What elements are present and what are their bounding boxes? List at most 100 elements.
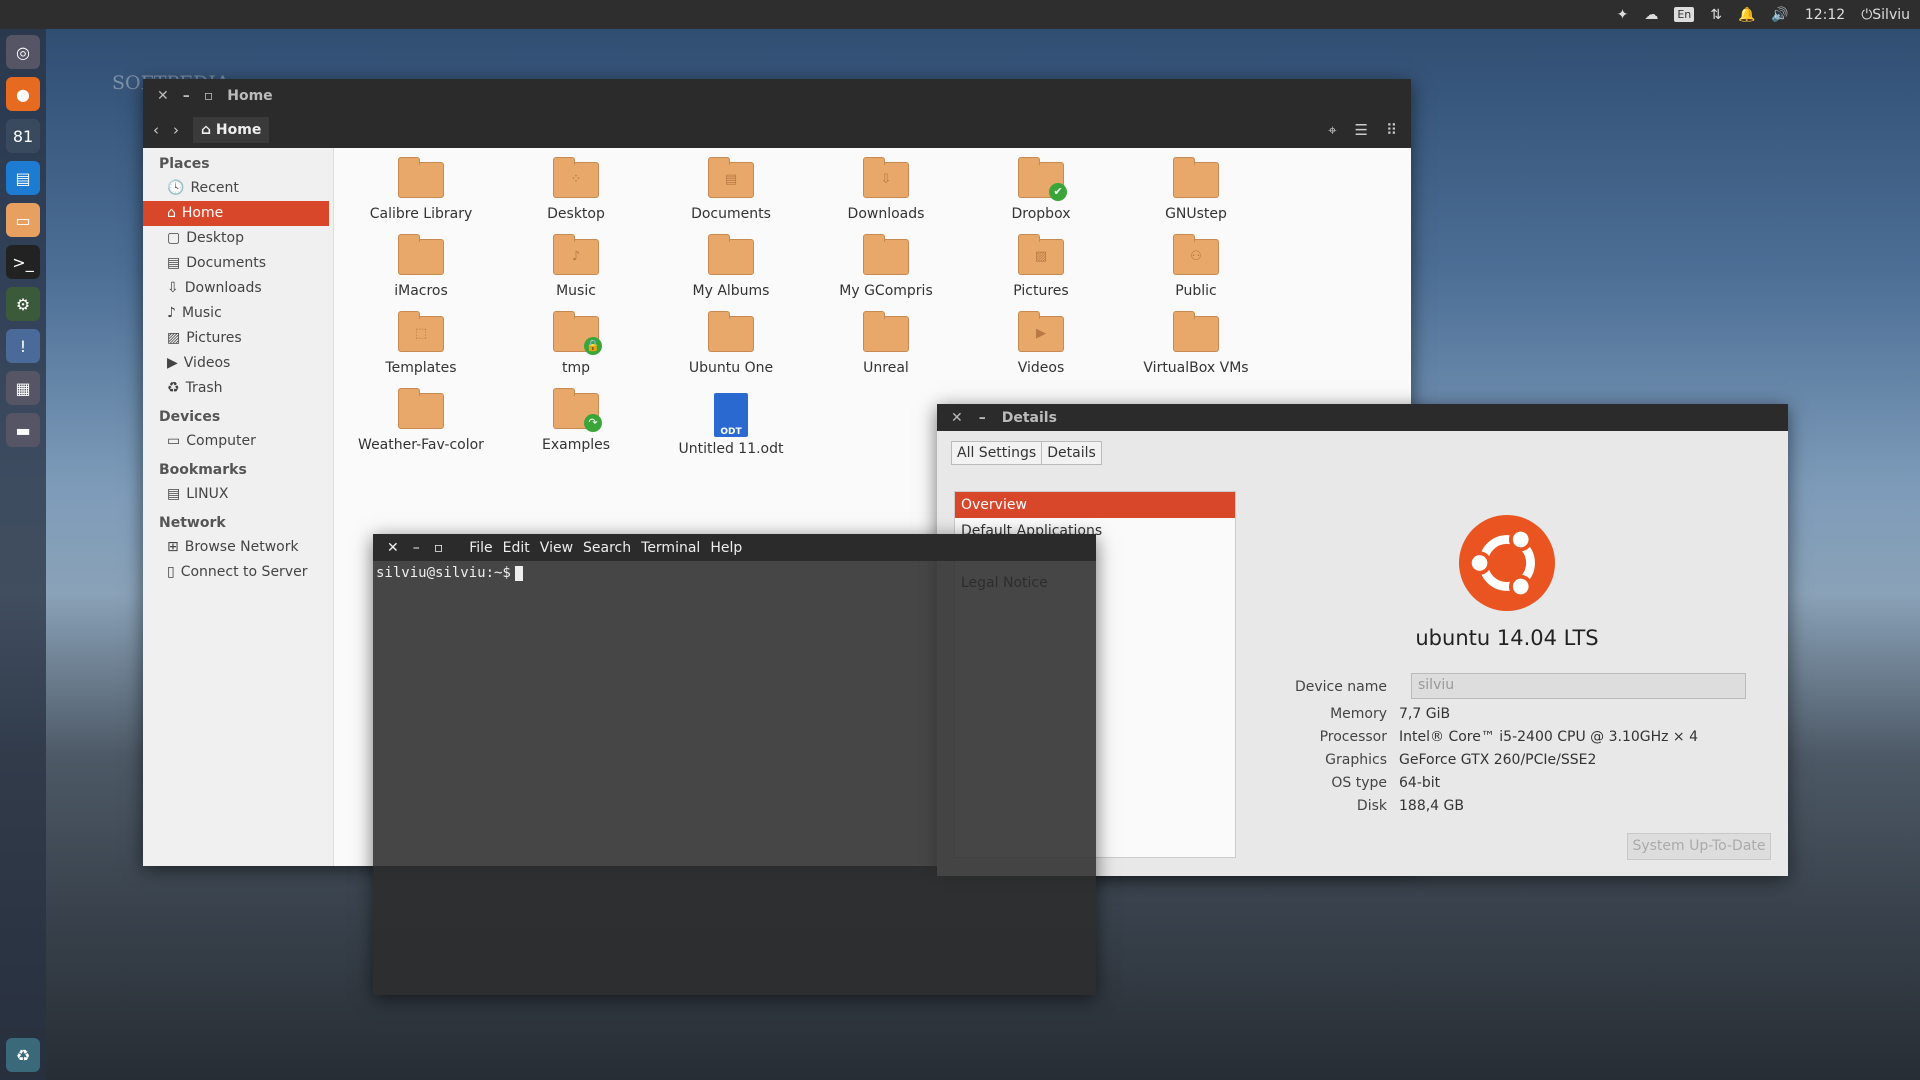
file-item[interactable]: 🔒 tmp bbox=[501, 311, 651, 376]
minimize-icon[interactable]: – bbox=[413, 540, 420, 556]
network-updown-icon[interactable]: ⇅ bbox=[1710, 7, 1722, 23]
sidebar-heading: Network bbox=[159, 515, 226, 531]
forward-icon[interactable]: › bbox=[173, 121, 179, 139]
sidebar-item-trash[interactable]: ♻ Trash bbox=[143, 376, 333, 401]
cloud-icon[interactable]: ☁ bbox=[1644, 7, 1658, 23]
info-value: 188,4 GB bbox=[1399, 798, 1464, 814]
session-menu[interactable]: ⏻ Silviu bbox=[1861, 7, 1910, 23]
sidebar-item-linux[interactable]: ▤ LINUX bbox=[143, 482, 333, 507]
folder-icon bbox=[398, 234, 444, 275]
section-overview[interactable]: Overview bbox=[955, 492, 1235, 518]
settings-icon[interactable]: ⚙ bbox=[6, 287, 40, 321]
file-item[interactable]: VirtualBox VMs bbox=[1121, 311, 1271, 376]
bell-icon[interactable]: 🔔 bbox=[1738, 7, 1755, 23]
info-row: OS type 64-bit bbox=[1237, 775, 1777, 791]
file-label: Downloads bbox=[847, 206, 925, 222]
firefox-icon[interactable]: ● bbox=[6, 77, 40, 111]
device-name-field[interactable]: silviu bbox=[1411, 673, 1746, 699]
terminal-icon[interactable]: >_ bbox=[6, 245, 40, 279]
sidebar-item-home[interactable]: ⌂ Home bbox=[143, 201, 329, 226]
file-item[interactable]: iMacros bbox=[346, 234, 496, 299]
sidebar-icon: ▭ bbox=[167, 433, 181, 449]
maximize-icon[interactable]: ▫ bbox=[204, 88, 214, 104]
menu-file[interactable]: File bbox=[469, 540, 492, 556]
menu-help[interactable]: Help bbox=[710, 540, 742, 556]
menu-edit[interactable]: Edit bbox=[503, 540, 530, 556]
folder-icon bbox=[863, 311, 909, 352]
list-view-icon[interactable]: ☰ bbox=[1355, 121, 1368, 139]
files-icon[interactable]: ▭ bbox=[6, 203, 40, 237]
file-item[interactable]: ⁘ Desktop bbox=[501, 157, 651, 222]
menu-terminal[interactable]: Terminal bbox=[641, 540, 700, 556]
file-item[interactable]: ↷ Examples bbox=[501, 388, 651, 453]
file-item[interactable]: My GCompris bbox=[811, 234, 961, 299]
minimize-icon[interactable]: – bbox=[183, 88, 190, 104]
file-item[interactable]: Ubuntu One bbox=[656, 311, 806, 376]
close-icon[interactable]: ✕ bbox=[951, 410, 963, 426]
grid-view-icon[interactable]: ⠿ bbox=[1386, 121, 1397, 139]
sidebar-item-pictures[interactable]: ▨ Pictures bbox=[143, 326, 333, 351]
sidebar-item-computer[interactable]: ▭ Computer bbox=[143, 429, 333, 454]
folder-icon bbox=[398, 388, 444, 429]
file-item[interactable]: My Albums bbox=[656, 234, 806, 299]
clock[interactable]: 12:12 bbox=[1805, 7, 1845, 23]
back-icon[interactable]: ‹ bbox=[153, 121, 159, 139]
system-up-to-date-button[interactable]: System Up-To-Date bbox=[1627, 833, 1771, 860]
sidebar-item-downloads[interactable]: ⇩ Downloads bbox=[143, 276, 333, 301]
dropbox-icon[interactable]: ✦ bbox=[1617, 7, 1629, 23]
ubuntu-dash-icon[interactable]: ◎ bbox=[6, 35, 40, 69]
folder-icon bbox=[708, 234, 754, 275]
file-item[interactable]: Calibre Library bbox=[346, 157, 496, 222]
sidebar-item-connect-to-server[interactable]: ▯ Connect to Server bbox=[143, 560, 333, 585]
all-settings-button[interactable]: All Settings bbox=[952, 442, 1042, 464]
file-item[interactable]: ⬚ Templates bbox=[346, 311, 496, 376]
file-item[interactable]: ▤ Documents bbox=[656, 157, 806, 222]
close-icon[interactable]: ✕ bbox=[157, 88, 169, 104]
sidebar-item-music[interactable]: ♪ Music bbox=[143, 301, 333, 326]
folder-icon: ✔ bbox=[1018, 157, 1067, 201]
folder-icon: ♪ bbox=[553, 234, 599, 275]
minimize-icon[interactable]: – bbox=[979, 410, 986, 426]
volume-icon[interactable]: 🔊 bbox=[1771, 7, 1788, 23]
info-label: Disk bbox=[1356, 798, 1387, 814]
location-icon[interactable]: ⌖ bbox=[1328, 121, 1336, 139]
terminal-cursor bbox=[514, 565, 523, 581]
folder-icon bbox=[1173, 157, 1219, 198]
file-item[interactable]: ♪ Music bbox=[501, 234, 651, 299]
sidebar-item-recent[interactable]: 🕓 Recent bbox=[143, 176, 333, 201]
file-item[interactable]: ODT Untitled 11.odt bbox=[656, 393, 806, 457]
trash-launcher-icon[interactable]: ♻ bbox=[6, 1038, 40, 1072]
breadcrumb-home[interactable]: ⌂ Home bbox=[193, 117, 270, 143]
terminal-output[interactable]: silviu@silviu:~$ bbox=[373, 561, 1096, 585]
folder-icon: ▶ bbox=[1018, 311, 1064, 352]
sidebar-item-documents[interactable]: ▤ Documents bbox=[143, 251, 333, 276]
software-updater-icon[interactable]: ! bbox=[6, 329, 40, 363]
document-icon: ODT bbox=[714, 393, 748, 437]
file-item[interactable]: Unreal bbox=[811, 311, 961, 376]
file-item[interactable]: ▨ Pictures bbox=[966, 234, 1116, 299]
menu-search[interactable]: Search bbox=[583, 540, 631, 556]
workspace-switcher-icon[interactable]: ▦ bbox=[6, 371, 40, 405]
disk-icon[interactable]: ▬ bbox=[6, 413, 40, 447]
menu-view[interactable]: View bbox=[540, 540, 573, 556]
file-item[interactable]: Weather-Fav-color bbox=[346, 388, 496, 453]
file-label: iMacros bbox=[394, 283, 448, 299]
file-item[interactable]: ⇩ Downloads bbox=[811, 157, 961, 222]
sidebar-item-desktop[interactable]: ▢ Desktop bbox=[143, 226, 333, 251]
sidebar-item-browse-network[interactable]: ⊞ Browse Network bbox=[143, 535, 333, 560]
sidebar-item-videos[interactable]: ▶ Videos bbox=[143, 351, 333, 376]
keyboard-layout-indicator[interactable]: En bbox=[1674, 7, 1695, 22]
terminal-titlebar: ✕ – ▫ File Edit View Search Terminal Help bbox=[373, 534, 1096, 561]
file-item[interactable]: ⚇ Public bbox=[1121, 234, 1271, 299]
maximize-icon[interactable]: ▫ bbox=[434, 540, 444, 556]
terminal-menubar: File Edit View Search Terminal Help bbox=[469, 540, 742, 556]
libreoffice-writer-icon[interactable]: ▤ bbox=[6, 161, 40, 195]
file-item[interactable]: GNUstep bbox=[1121, 157, 1271, 222]
details-button[interactable]: Details bbox=[1041, 442, 1101, 464]
system-monitor-icon[interactable]: 81 bbox=[6, 119, 40, 153]
terminal-window[interactable]: ✕ – ▫ File Edit View Search Terminal Help silvi… bbox=[373, 534, 1096, 995]
file-item[interactable]: ▶ Videos bbox=[966, 311, 1116, 376]
sidebar-icon: ▶ bbox=[167, 355, 178, 371]
close-icon[interactable]: ✕ bbox=[387, 540, 399, 556]
file-item[interactable]: ✔ Dropbox bbox=[966, 157, 1116, 222]
